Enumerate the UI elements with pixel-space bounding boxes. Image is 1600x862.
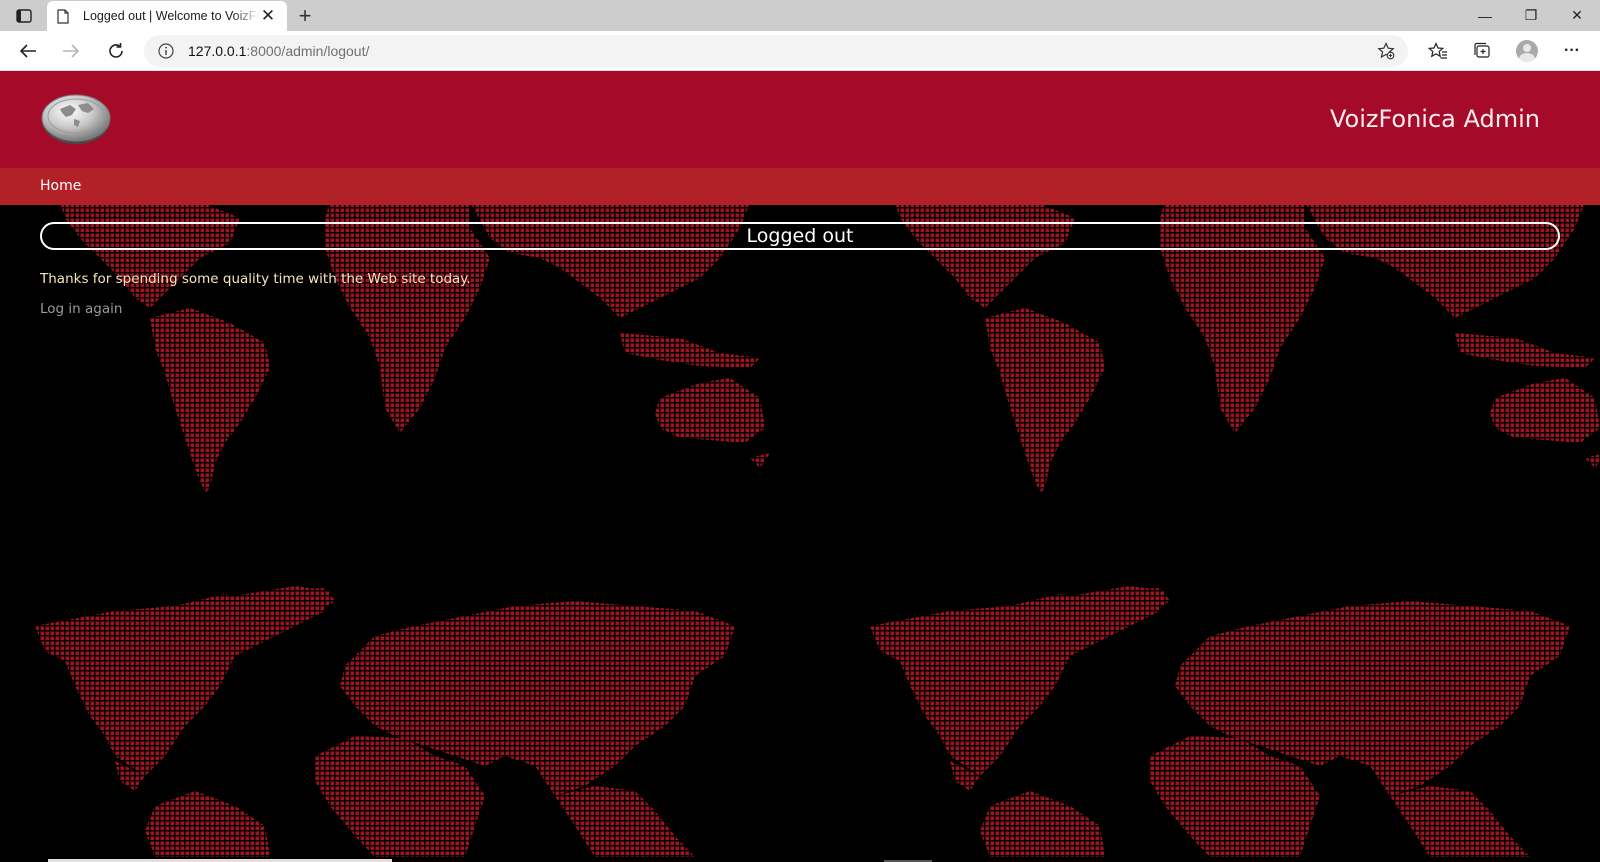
tab-title: Logged out | Welcome to VoizFonica bbox=[83, 9, 259, 23]
globe-logo-icon[interactable] bbox=[40, 91, 112, 147]
favorites-icon[interactable] bbox=[1423, 36, 1453, 66]
web-page: VoizFonica Admin Home Logged out Thanks … bbox=[0, 71, 1600, 862]
browser-tab-bar: Logged out | Welcome to VoizFonica ✕ + —… bbox=[0, 0, 1600, 31]
avatar bbox=[1516, 40, 1538, 62]
home-link[interactable]: Home bbox=[40, 178, 81, 194]
url-path: :8000/admin/logout/ bbox=[246, 43, 370, 59]
url-host: 127.0.0.1 bbox=[188, 43, 247, 59]
new-tab-button[interactable]: + bbox=[293, 3, 317, 28]
site-brand: VoizFonica Admin bbox=[1329, 105, 1540, 133]
browser-toolbar: 127.0.0.1:8000/admin/logout/ ··· bbox=[0, 31, 1600, 71]
more-options-button[interactable]: ··· bbox=[1557, 36, 1587, 66]
login-again-link[interactable]: Log in again bbox=[40, 301, 122, 317]
browser-tab[interactable]: Logged out | Welcome to VoizFonica ✕ bbox=[47, 1, 287, 31]
refresh-icon[interactable] bbox=[101, 36, 131, 66]
profile-avatar[interactable] bbox=[1512, 36, 1542, 66]
minimize-button[interactable]: — bbox=[1462, 0, 1508, 31]
page-icon bbox=[57, 8, 73, 24]
back-arrow-icon[interactable] bbox=[13, 36, 43, 66]
tab-close-button[interactable]: ✕ bbox=[259, 6, 277, 25]
add-favorite-icon[interactable] bbox=[1376, 41, 1396, 61]
logout-message: Thanks for spending some quality time wi… bbox=[40, 271, 471, 287]
restore-button[interactable]: ❐ bbox=[1508, 0, 1554, 31]
address-bar[interactable]: 127.0.0.1:8000/admin/logout/ bbox=[144, 35, 1408, 67]
tab-actions-icon[interactable] bbox=[12, 6, 36, 26]
main-content: Logged out Thanks for spending some qual… bbox=[0, 205, 1600, 862]
window-controls: — ❐ ✕ bbox=[1462, 0, 1600, 31]
page-title: Logged out bbox=[746, 225, 854, 247]
info-icon[interactable] bbox=[156, 41, 176, 61]
collections-icon[interactable] bbox=[1467, 36, 1497, 66]
forward-arrow-icon[interactable] bbox=[56, 36, 86, 66]
url-text[interactable]: 127.0.0.1:8000/admin/logout/ bbox=[188, 43, 369, 59]
page-title-box: Logged out bbox=[40, 222, 1560, 250]
site-header: VoizFonica Admin bbox=[0, 71, 1600, 168]
close-window-button[interactable]: ✕ bbox=[1554, 0, 1600, 31]
breadcrumb-bar: Home bbox=[0, 168, 1600, 205]
